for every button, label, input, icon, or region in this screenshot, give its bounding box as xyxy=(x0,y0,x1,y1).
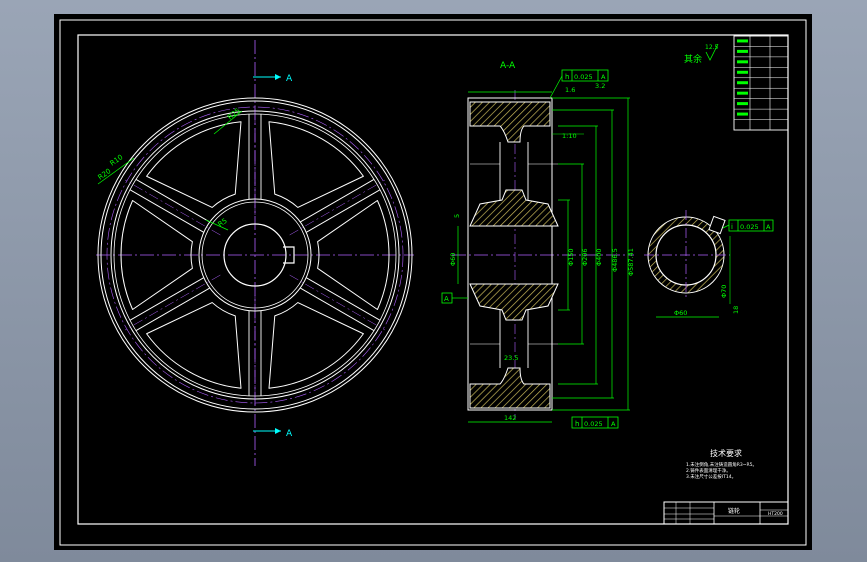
dim-left-2: 5 xyxy=(453,214,461,218)
part-name: 链轮 xyxy=(728,507,740,515)
taper-label: 1:10 xyxy=(562,132,577,140)
bottom-width-dim: 142 xyxy=(468,414,552,423)
section-title: A-A xyxy=(500,61,516,71)
radius-label-1: R25 xyxy=(226,107,242,122)
rim-section-top xyxy=(469,101,551,143)
radius-label-4: R5 xyxy=(217,217,229,229)
param-cell-mark-7 xyxy=(737,102,748,106)
svg-text:142: 142 xyxy=(504,414,516,422)
window-2 xyxy=(268,302,364,389)
dim-v-5: Φ587.41 xyxy=(627,248,635,276)
svg-text:A: A xyxy=(444,295,449,303)
tech-line-1: 1.未注倒角,未注铸造圆角R3~R5。 xyxy=(686,461,757,468)
svg-text:0.025: 0.025 xyxy=(574,73,593,81)
parameter-table xyxy=(733,35,789,131)
param-cell-mark-4 xyxy=(737,70,748,74)
dim-v-2: Φ206 xyxy=(581,248,589,266)
svg-text:A: A xyxy=(601,73,606,81)
drawing-sheet: R25 R10 R20 R5 A A A-A Φ150 Φ206 Φ400 Φ4… xyxy=(54,14,812,550)
dim-v-1: Φ150 xyxy=(567,248,575,266)
section-view: A-A Φ150 Φ206 Φ400 Φ486.5 Φ587.41 Φ60 5 … xyxy=(441,61,635,429)
svg-text:A: A xyxy=(286,429,293,439)
window-5 xyxy=(146,121,242,208)
param-cell-mark-2 xyxy=(737,49,748,53)
section-mark-top: A xyxy=(253,74,293,84)
corner-note: 其余 xyxy=(684,53,702,65)
svg-text:0.025: 0.025 xyxy=(740,223,759,231)
material: HT200 xyxy=(768,511,783,517)
tech-line-3: 3.未注尺寸公差按IT14。 xyxy=(686,473,736,480)
svg-text:0.025: 0.025 xyxy=(584,420,603,428)
keyway-dim-1: Φ60 xyxy=(674,309,687,317)
hub-section-top xyxy=(469,189,559,227)
technical-requirements: 技术要求 1.未注倒角,未注铸造圆角R3~R5。 2.铸件表面清理干净。 3.未… xyxy=(686,448,757,480)
svg-text:A: A xyxy=(611,420,616,428)
dim-v-3: Φ400 xyxy=(595,248,603,266)
keyway-view: i 0.025 A Φ60 Φ70 18 xyxy=(644,210,774,318)
spoke-edge-1-1 xyxy=(306,189,381,233)
window-0 xyxy=(268,121,364,208)
svg-text:h: h xyxy=(575,420,579,428)
spoke-edge-4-1 xyxy=(129,277,204,321)
spoke-edge-5-0 xyxy=(129,189,204,233)
section-outline xyxy=(467,97,553,411)
datum-a: A xyxy=(441,292,468,304)
section-mark-bottom: A xyxy=(253,428,293,439)
svg-text:A: A xyxy=(286,74,293,84)
window-3 xyxy=(146,302,242,389)
cad-viewport: R25 R10 R20 R5 A A A-A Φ150 Φ206 Φ400 Φ4… xyxy=(0,0,867,562)
drawing-canvas: R25 R10 R20 R5 A A A-A Φ150 Φ206 Φ400 Φ4… xyxy=(59,19,807,546)
title-block: 链轮 HT200 xyxy=(663,501,789,525)
param-cell-mark-1 xyxy=(737,39,748,43)
front-view: R25 R10 R20 R5 A A xyxy=(96,40,414,466)
dim-left-1: Φ60 xyxy=(449,253,457,266)
param-cell-mark-3 xyxy=(737,60,748,64)
hub-section-bottom xyxy=(469,283,559,321)
param-cell-mark-6 xyxy=(737,91,748,95)
rim-section-bottom xyxy=(469,367,551,409)
keyway-dim-3: 18 xyxy=(732,306,740,314)
tech-title: 技术要求 xyxy=(710,448,742,458)
inner-width: 23.5 xyxy=(504,354,518,362)
svg-text:i: i xyxy=(731,223,733,231)
svg-text:A: A xyxy=(766,223,771,231)
svg-text:h: h xyxy=(565,73,569,81)
corner-roughness: 其余 12.5 xyxy=(684,43,719,65)
param-cell-mark-5 xyxy=(737,81,748,85)
keyway-tolerance: i 0.025 A xyxy=(722,219,774,232)
dim-top-1: 1.6 xyxy=(565,86,575,94)
radius-label-2: R10 xyxy=(109,153,125,167)
roughness-value: 12.5 xyxy=(705,44,719,51)
tech-line-2: 2.铸件表面清理干净。 xyxy=(686,467,731,474)
dim-top-2: 3.2 xyxy=(595,82,605,90)
tolerance-frame-bottom: h 0.025 A xyxy=(571,416,619,429)
param-cell-mark-8 xyxy=(737,112,748,116)
dim-v-4: Φ486.5 xyxy=(611,248,619,272)
spoke-edge-2-0 xyxy=(306,277,381,321)
keyway-dim-2: Φ70 xyxy=(720,285,728,298)
